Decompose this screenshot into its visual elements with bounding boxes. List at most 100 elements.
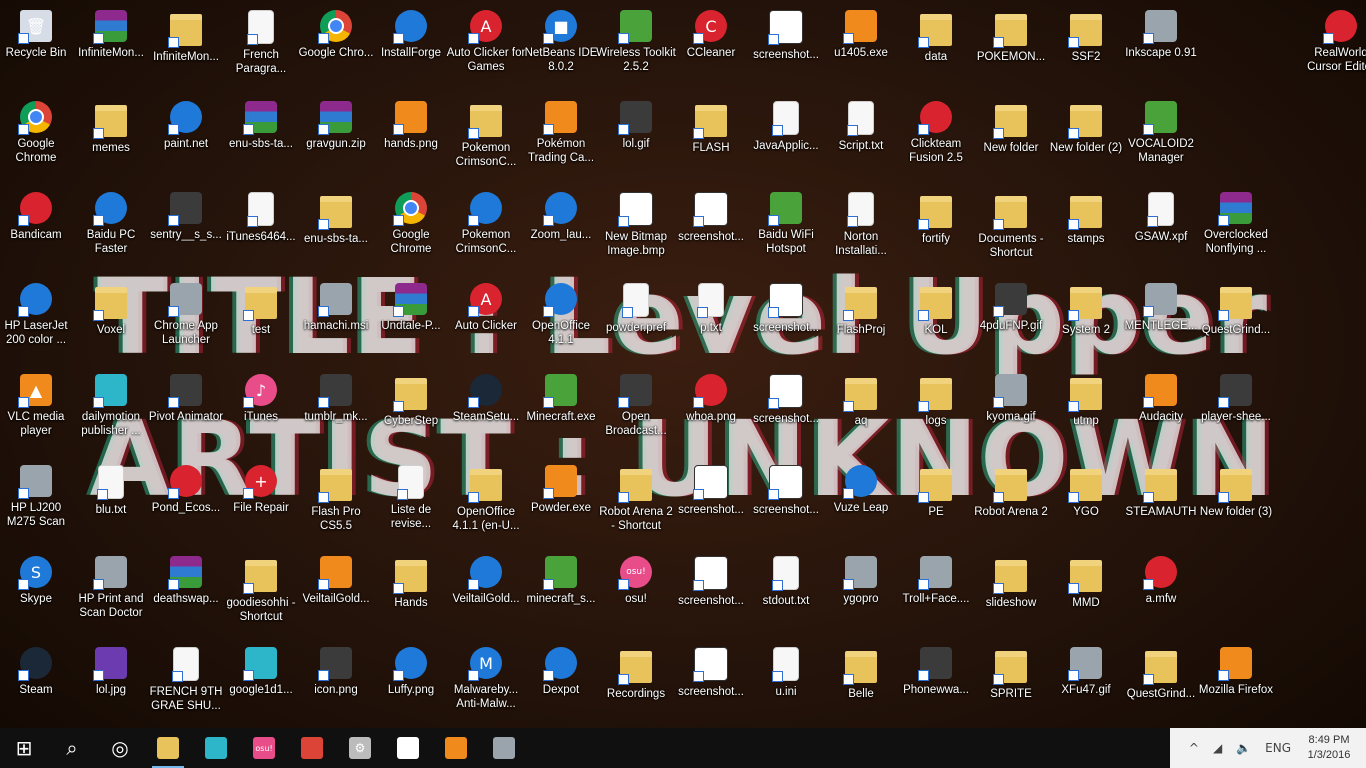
desktop-icon[interactable]: Google Chrome [0,93,72,181]
desktop-icon[interactable]: lol.gif [600,93,672,181]
desktop-icon[interactable]: S Skype [0,548,72,636]
search-button[interactable]: ⌕ [48,728,96,768]
desktop-icon[interactable]: YGO [1050,457,1122,545]
file-explorer-taskbar[interactable] [144,728,192,768]
desktop-icon[interactable]: a.mfw [1125,548,1197,636]
desktop-icon[interactable]: Undtale-P... [375,275,447,363]
desktop-icon[interactable]: SPRITE [975,639,1047,727]
desktop-icon[interactable]: hamachi.msi [300,275,372,363]
desktop-icon[interactable]: test [225,275,297,363]
desktop-icon[interactable]: screenshot... [675,184,747,272]
desktop-icon[interactable]: POKEMON... [975,2,1047,90]
desktop-icon[interactable]: enu-sbs-ta... [300,184,372,272]
desktop-icon[interactable]: Robot Arena 2 [974,457,1048,545]
desktop-icon[interactable]: New Bitmap Image.bmp [600,184,672,272]
desktop-icon[interactable]: aq [825,366,897,454]
desktop-icon[interactable]: Documents - Shortcut [975,184,1047,272]
clock[interactable]: 8:49 PM 1/3/2016 [1298,733,1360,763]
desktop-icon[interactable]: STEAMAUTH [1125,457,1197,545]
desktop-icon[interactable]: hands.png [375,93,447,181]
desktop-icon[interactable]: MMD [1050,548,1122,636]
desktop-icon[interactable]: HP LJ200 M275 Scan [0,457,72,545]
desktop-icon[interactable]: QuestGrind... [1125,639,1197,727]
desktop-icon[interactable]: M Malwareby... Anti-Malw... [450,639,522,727]
desktop-icon[interactable]: ygopro [825,548,897,636]
desktop-icon[interactable]: whoa.png [675,366,747,454]
osu-taskbar[interactable]: osu! [240,728,288,768]
desktop-icon[interactable]: sentry__s_s... [150,184,222,272]
desktop-icon[interactable]: Pivot Animator [149,366,223,454]
desktop-icon[interactable]: Liste de revise... [375,457,447,545]
desktop-icon[interactable]: screenshot... [750,366,822,454]
desktop-icon[interactable]: MENTLEGE... [1125,275,1197,363]
desktop-icon[interactable]: FlashProj [825,275,897,363]
desktop-icon[interactable]: Overclocked Nonflying ... [1200,184,1272,272]
desktop-icon[interactable]: C CCleaner [675,2,747,90]
desktop-icon[interactable]: dailymotion publisher ... [75,366,147,454]
desktop-icon[interactable]: InstallForge [375,2,447,90]
desktop-icon[interactable]: player-shee... [1200,366,1272,454]
desktop-icon[interactable]: fortify [900,184,972,272]
desktop-icon[interactable]: osu! osu! [600,548,672,636]
desktop-icon[interactable]: XFu47.gif [1050,639,1122,727]
desktop-icon[interactable]: Dexpot [525,639,597,727]
desktop-icon[interactable]: Zoom_lau... [525,184,597,272]
desktop-icon[interactable]: System 2 [1050,275,1122,363]
desktop-icon[interactable]: FLASH [675,93,747,181]
desktop-icon[interactable]: VeiltailGold... [300,548,372,636]
desktop-icon[interactable]: 🗑 Recycle Bin [0,2,72,90]
desktop-icon[interactable]: Steam [0,639,72,727]
desktop-icon[interactable]: Robot Arena 2 - Shortcut [599,457,673,545]
desktop-icon[interactable]: QuestGrind... [1200,275,1272,363]
desktop-icon[interactable]: utmp [1050,366,1122,454]
desktop-icon[interactable]: Chrome App Launcher [150,275,222,363]
desktop-icon[interactable]: SSF2 [1050,2,1122,90]
desktop-icon[interactable]: InfiniteMon... [75,2,147,90]
desktop-icon[interactable]: Powder.exe [525,457,597,545]
desktop-icon[interactable]: PE [900,457,972,545]
desktop-icon[interactable]: Flash Pro CS5.5 [300,457,372,545]
desktop-icon[interactable]: screenshot... [750,457,822,545]
desktop-icon[interactable]: powder.pref [600,275,672,363]
desktop-icon[interactable]: lol.jpg [75,639,147,727]
screenshot-taskbar[interactable] [384,728,432,768]
desktop-icon[interactable]: kyoma.gif [975,366,1047,454]
desktop-icon[interactable]: slideshow [975,548,1047,636]
desktop-icon[interactable]: GSAW.xpf [1125,184,1197,272]
desktop-icon[interactable]: Clickteam Fusion 2.5 [900,93,972,181]
desktop-icon[interactable]: Pokemon CrimsonC... [450,184,522,272]
obs-taskbar[interactable]: ◎ [96,728,144,768]
desktop-icon[interactable]: Mozilla Firefox [1199,639,1273,727]
desktop-icon[interactable]: memes [75,93,147,181]
desktop-icon[interactable]: Google Chro... [299,2,373,90]
desktop-icon[interactable]: JavaApplic... [750,93,822,181]
desktop-icon[interactable]: Google Chrome [375,184,447,272]
start-button[interactable]: ⊞ [0,728,48,768]
desktop-icon[interactable]: tumblr_mk... [300,366,372,454]
desktop-icon[interactable]: stamps [1050,184,1122,272]
hp-taskbar[interactable] [480,728,528,768]
desktop-icon[interactable]: screenshot... [750,275,822,363]
desktop-icon[interactable]: 4pduFNP.gif [975,275,1047,363]
desktop-icon[interactable]: VeiltailGold... [450,548,522,636]
desktop-icon[interactable]: screenshot... [750,2,822,90]
volume-icon[interactable]: 🔈 [1236,741,1251,755]
desktop-icon[interactable]: ▲ VLC media player [0,366,72,454]
vocaloid-taskbar[interactable] [192,728,240,768]
desktop-icon[interactable]: u1405.exe [825,2,897,90]
desktop-icon[interactable]: Troll+Face.... [900,548,972,636]
desktop-icon[interactable]: New folder [975,93,1047,181]
desktop-icon[interactable]: SteamSetu... [450,366,522,454]
desktop-icon[interactable]: logs [900,366,972,454]
desktop-icon[interactable]: icon.png [300,639,372,727]
desktop-icon[interactable]: FRENCH 9TH GRAE SHU... [150,639,222,727]
desktop-icon[interactable]: HP LaserJet 200 color ... [0,275,72,363]
desktop-icon[interactable]: + File Repair [225,457,297,545]
desktop-icon[interactable]: blu.txt [75,457,147,545]
desktop-icon[interactable]: ♪ iTunes [225,366,297,454]
desktop-icon[interactable]: Vuze Leap [825,457,897,545]
desktop-icon[interactable]: screenshot... [675,639,747,727]
desktop-icon[interactable]: New folder (3) [1200,457,1272,545]
desktop-icon[interactable]: Baidu PC Faster [75,184,147,272]
desktop-icon[interactable]: p.txt [675,275,747,363]
